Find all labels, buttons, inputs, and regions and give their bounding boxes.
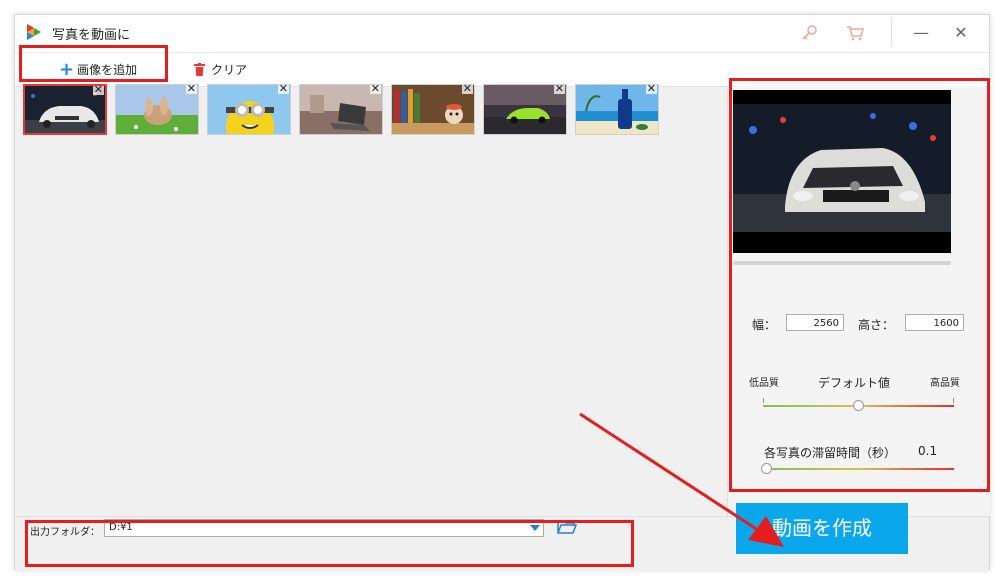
highlight-add-image — [19, 45, 168, 82]
thumbnail-white-sports-car[interactable]: ✕ — [23, 84, 107, 135]
remove-thumbnail-icon[interactable]: ✕ — [369, 85, 381, 94]
highlight-settings-panel — [729, 78, 990, 492]
minimize-button[interactable]: — — [909, 21, 933, 45]
thumbnail-minion-cartoon[interactable]: ✕ — [207, 84, 291, 135]
create-video-button[interactable]: 動画を作成 — [736, 503, 908, 554]
clear-button[interactable]: クリア — [194, 61, 247, 78]
remove-thumbnail-icon[interactable]: ✕ — [553, 85, 565, 94]
titlebar-separator — [891, 17, 892, 47]
remove-thumbnail-icon[interactable]: ✕ — [277, 85, 289, 94]
thumbnail-beach-wine-bottle[interactable]: ✕ — [575, 84, 659, 135]
remove-thumbnail-icon[interactable]: ✕ — [645, 85, 657, 94]
clear-label: クリア — [211, 63, 248, 77]
close-button[interactable]: ✕ — [949, 21, 973, 45]
remove-thumbnail-icon[interactable]: ✕ — [185, 85, 197, 94]
trash-icon — [194, 63, 205, 76]
app-logo-icon — [27, 24, 41, 40]
thumbnail-bookshelf-with-toy[interactable]: ✕ — [391, 84, 475, 135]
thumbnail-green-sports-car[interactable]: ✕ — [483, 84, 567, 135]
window-title: 写真を動画に — [52, 28, 131, 43]
highlight-output-folder — [25, 520, 634, 567]
remove-thumbnail-icon[interactable]: ✕ — [461, 85, 473, 94]
thumbnail-rabbit-in-grass[interactable]: ✕ — [115, 84, 199, 135]
remove-thumbnail-icon[interactable]: ✕ — [92, 86, 104, 95]
cart-icon[interactable] — [845, 23, 865, 43]
thumbnail-laptop-on-desk[interactable]: ✕ — [299, 84, 383, 135]
key-icon[interactable] — [799, 23, 819, 43]
